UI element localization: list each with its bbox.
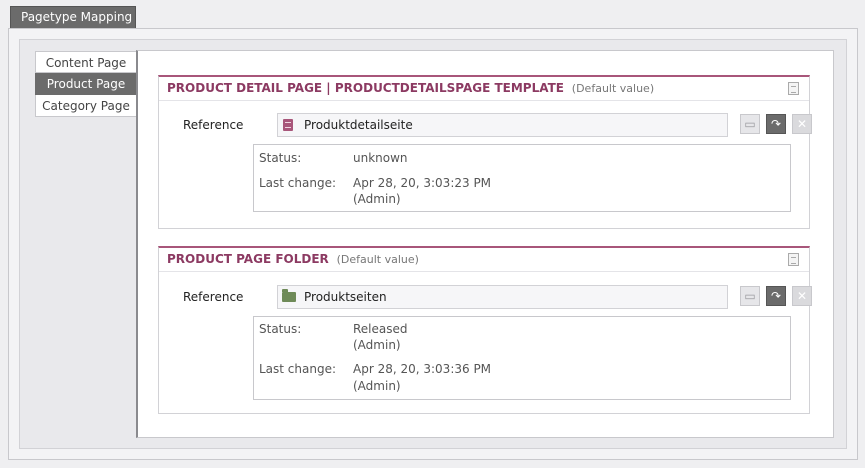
reference-label: Reference: [183, 118, 244, 132]
clear-reference-button[interactable]: ✕: [792, 286, 812, 306]
section-product-detail-page: PRODUCT DETAIL PAGE | PRODUCTDETAILSPAGE…: [158, 75, 812, 229]
reference-label: Reference: [183, 290, 244, 304]
open-folder-icon: ▭: [744, 289, 756, 303]
side-tab-list: Content Page Product Page Category Page: [35, 51, 136, 117]
last-change-key: Last change:: [259, 176, 337, 190]
default-value-note: (Default value): [571, 82, 655, 95]
reference-value: Produktseiten: [304, 290, 387, 304]
section-title: PRODUCT DETAIL PAGE | PRODUCTDETAILSPAGE…: [167, 81, 564, 95]
document-icon[interactable]: [788, 253, 799, 266]
select-reference-icon: ↷: [770, 289, 782, 303]
last-change-value: Apr 28, 20, 3:03:36 PM: [353, 362, 492, 376]
last-change-user: (Admin): [353, 192, 401, 206]
side-tab-category-page[interactable]: Category Page: [35, 95, 136, 117]
default-value-note: (Default value): [336, 253, 419, 266]
last-change-user: (Admin): [353, 379, 401, 393]
last-change-key: Last change:: [259, 362, 337, 376]
status-value: unknown: [353, 151, 408, 165]
clear-icon: ✕: [796, 289, 808, 303]
section-product-page-folder: PRODUCT PAGE FOLDER (Default value) Refe…: [158, 246, 812, 414]
select-reference-icon: ↷: [770, 117, 782, 131]
page-icon: [283, 119, 293, 131]
document-icon[interactable]: [788, 82, 799, 95]
select-reference-button[interactable]: ↷: [766, 286, 786, 306]
section-header: PRODUCT PAGE FOLDER (Default value): [159, 248, 809, 272]
info-box: Status: unknown Last change: Apr 28, 20,…: [253, 144, 791, 212]
clear-icon: ✕: [796, 117, 808, 131]
folder-icon: [282, 289, 296, 302]
section-title: PRODUCT PAGE FOLDER: [167, 252, 329, 266]
side-tab-label: Content Page: [45, 56, 127, 70]
select-reference-button[interactable]: ↷: [766, 114, 786, 134]
tab-label: Pagetype Mapping: [21, 10, 133, 24]
side-tab-label: Category Page: [42, 99, 130, 113]
status-key: Status:: [259, 151, 302, 165]
reference-value: Produktdetailseite: [304, 118, 413, 132]
info-box: Status: Released (Admin) Last change: Ap…: [253, 316, 791, 400]
status-user: (Admin): [353, 338, 401, 352]
open-folder-icon: ▭: [744, 117, 756, 131]
status-key: Status:: [259, 322, 302, 336]
open-folder-button[interactable]: ▭: [740, 114, 760, 134]
clear-reference-button[interactable]: ✕: [792, 114, 812, 134]
open-folder-button[interactable]: ▭: [740, 286, 760, 306]
side-tab-label: Product Page: [46, 77, 126, 91]
tab-pagetype-mapping[interactable]: Pagetype Mapping: [10, 6, 136, 28]
last-change-value: Apr 28, 20, 3:03:23 PM: [353, 176, 492, 190]
reference-field[interactable]: Produktseiten: [277, 285, 728, 309]
reference-field[interactable]: Produktdetailseite: [277, 113, 728, 137]
section-header: PRODUCT DETAIL PAGE | PRODUCTDETAILSPAGE…: [159, 77, 809, 101]
side-tab-product-page[interactable]: Product Page: [35, 73, 136, 95]
status-value: Released: [353, 322, 408, 336]
side-tab-content-page[interactable]: Content Page: [35, 51, 136, 73]
